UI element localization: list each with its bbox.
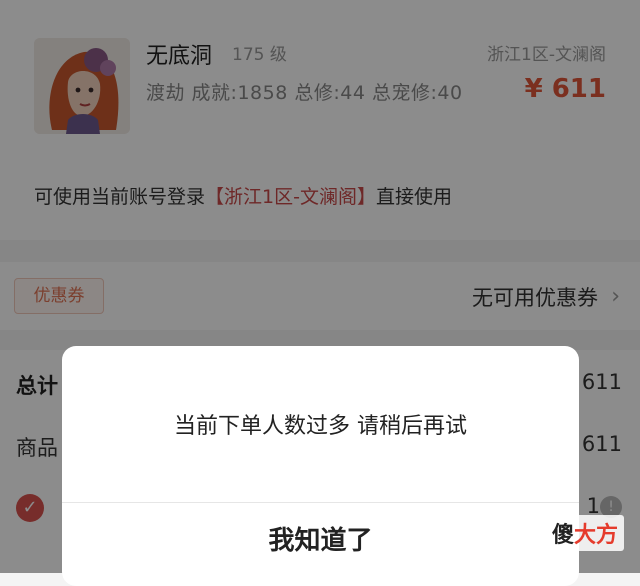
order-page: 无底洞 175 级 浙江1区-文澜阁 渡劫 成就:1858 总修:44 总宠修:… <box>0 0 640 586</box>
watermark-logo: 傻大方 <box>545 515 624 551</box>
alert-dialog: 当前下单人数过多 请稍后再试 我知道了 <box>62 346 579 586</box>
watermark-left: 傻 <box>551 523 574 548</box>
acknowledge-button[interactable]: 我知道了 <box>62 503 579 586</box>
watermark-right: 大方 <box>573 523 618 548</box>
dialog-message: 当前下单人数过多 请稍后再试 <box>174 414 467 439</box>
